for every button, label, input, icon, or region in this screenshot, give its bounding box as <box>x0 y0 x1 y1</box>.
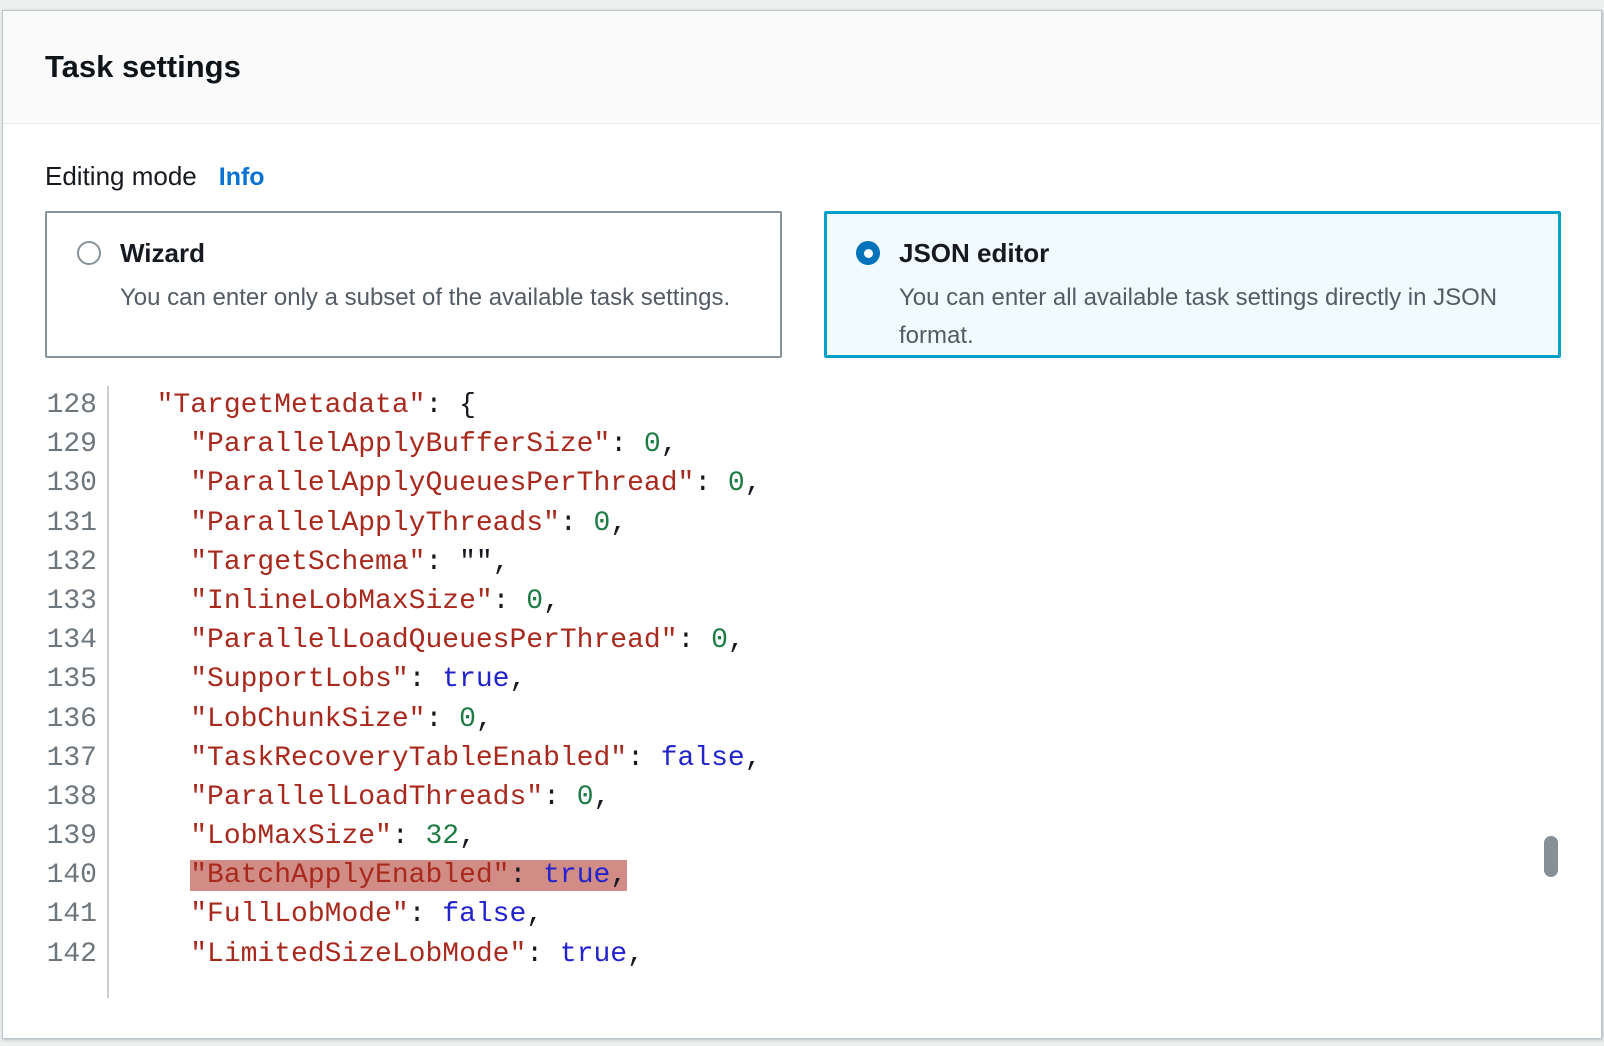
radio-selected-icon[interactable] <box>856 241 880 265</box>
option-label: Wizard <box>120 237 730 270</box>
scrollbar-thumb[interactable] <box>1544 836 1558 877</box>
line-number[interactable]: 138 <box>45 778 97 817</box>
option-description: You can enter only a subset of the avail… <box>120 279 730 317</box>
line-number[interactable]: 134 <box>45 621 97 660</box>
option-description: You can enter all available task setting… <box>899 279 1535 355</box>
code-line[interactable]: 139 "LobMaxSize": 32, <box>45 817 1561 856</box>
line-number[interactable]: 137 <box>45 739 97 778</box>
panel-header: Task settings <box>3 11 1601 124</box>
option-tile-wizard[interactable]: Wizard You can enter only a subset of th… <box>45 211 782 358</box>
line-number[interactable]: 135 <box>45 660 97 699</box>
code-text: "TargetSchema": "", <box>97 543 510 582</box>
code-line[interactable]: 138 "ParallelLoadThreads": 0, <box>45 778 1561 817</box>
code-line[interactable]: 135 "SupportLobs": true, <box>45 660 1561 699</box>
code-text: "ParallelApplyBufferSize": 0, <box>97 425 678 464</box>
code-line[interactable]: 140 "BatchApplyEnabled": true, <box>45 856 1561 895</box>
code-text: "FullLobMode": false, <box>97 895 543 934</box>
panel-body: Editing mode Info Wizard You can enter o… <box>3 124 1601 1006</box>
highlighted-match: "BatchApplyEnabled": true, <box>190 860 627 891</box>
line-number[interactable]: 132 <box>45 543 97 582</box>
option-tile-json-editor[interactable]: JSON editor You can enter all available … <box>824 211 1561 358</box>
code-line[interactable]: 129 "ParallelApplyBufferSize": 0, <box>45 425 1561 464</box>
code-line[interactable]: 130 "ParallelApplyQueuesPerThread": 0, <box>45 464 1561 503</box>
code-text: "TargetMetadata": { <box>97 386 476 425</box>
code-line[interactable]: 136 "LobChunkSize": 0, <box>45 700 1561 739</box>
code-text: "ParallelApplyQueuesPerThread": 0, <box>97 464 762 503</box>
line-number[interactable]: 136 <box>45 700 97 739</box>
code-text: "TaskRecoveryTableEnabled": false, <box>97 739 762 778</box>
panel-title: Task settings <box>45 49 241 85</box>
line-number[interactable]: 133 <box>45 582 97 621</box>
code-text: "ParallelLoadQueuesPerThread": 0, <box>97 621 745 660</box>
line-number[interactable]: 131 <box>45 504 97 543</box>
line-number[interactable]: 139 <box>45 817 97 856</box>
line-number[interactable]: 128 <box>45 386 97 425</box>
gutter-divider <box>107 386 109 998</box>
code-line[interactable]: 132 "TargetSchema": "", <box>45 543 1561 582</box>
line-number[interactable]: 141 <box>45 895 97 934</box>
code-text: "ParallelApplyThreads": 0, <box>97 504 627 543</box>
code-line[interactable]: 133 "InlineLobMaxSize": 0, <box>45 582 1561 621</box>
editing-mode-label: Editing mode <box>45 159 197 193</box>
editor-rows: 128 "TargetMetadata": {129 "ParallelAppl… <box>45 386 1561 974</box>
editing-mode-row: Editing mode Info <box>45 159 1561 194</box>
code-line[interactable]: 137 "TaskRecoveryTableEnabled": false, <box>45 739 1561 778</box>
code-text: "InlineLobMaxSize": 0, <box>97 582 560 621</box>
option-label: JSON editor <box>899 237 1535 270</box>
code-line[interactable]: 134 "ParallelLoadQueuesPerThread": 0, <box>45 621 1561 660</box>
radio-unselected-icon[interactable] <box>77 241 101 265</box>
code-text: "LobMaxSize": 32, <box>97 817 476 856</box>
code-text: "LimitedSizeLobMode": true, <box>97 935 644 974</box>
code-text: "BatchApplyEnabled": true, <box>97 856 627 895</box>
code-text: "ParallelLoadThreads": 0, <box>97 778 610 817</box>
option-text: JSON editor You can enter all available … <box>899 237 1535 355</box>
code-line[interactable]: 128 "TargetMetadata": { <box>45 386 1561 425</box>
line-number[interactable]: 142 <box>45 935 97 974</box>
code-line[interactable]: 131 "ParallelApplyThreads": 0, <box>45 504 1561 543</box>
line-number[interactable]: 140 <box>45 856 97 895</box>
code-line[interactable]: 141 "FullLobMode": false, <box>45 895 1561 934</box>
code-text: "SupportLobs": true, <box>97 660 526 699</box>
line-number[interactable]: 130 <box>45 464 97 503</box>
code-text: "LobChunkSize": 0, <box>97 700 493 739</box>
line-number[interactable]: 129 <box>45 425 97 464</box>
code-line[interactable]: 142 "LimitedSizeLobMode": true, <box>45 935 1561 974</box>
task-settings-panel: Task settings Editing mode Info Wizard Y… <box>2 10 1602 1039</box>
editing-mode-options: Wizard You can enter only a subset of th… <box>45 211 1561 358</box>
json-code-editor[interactable]: 128 "TargetMetadata": {129 "ParallelAppl… <box>45 386 1561 1006</box>
info-link[interactable]: Info <box>219 160 265 194</box>
option-text: Wizard You can enter only a subset of th… <box>120 237 730 317</box>
